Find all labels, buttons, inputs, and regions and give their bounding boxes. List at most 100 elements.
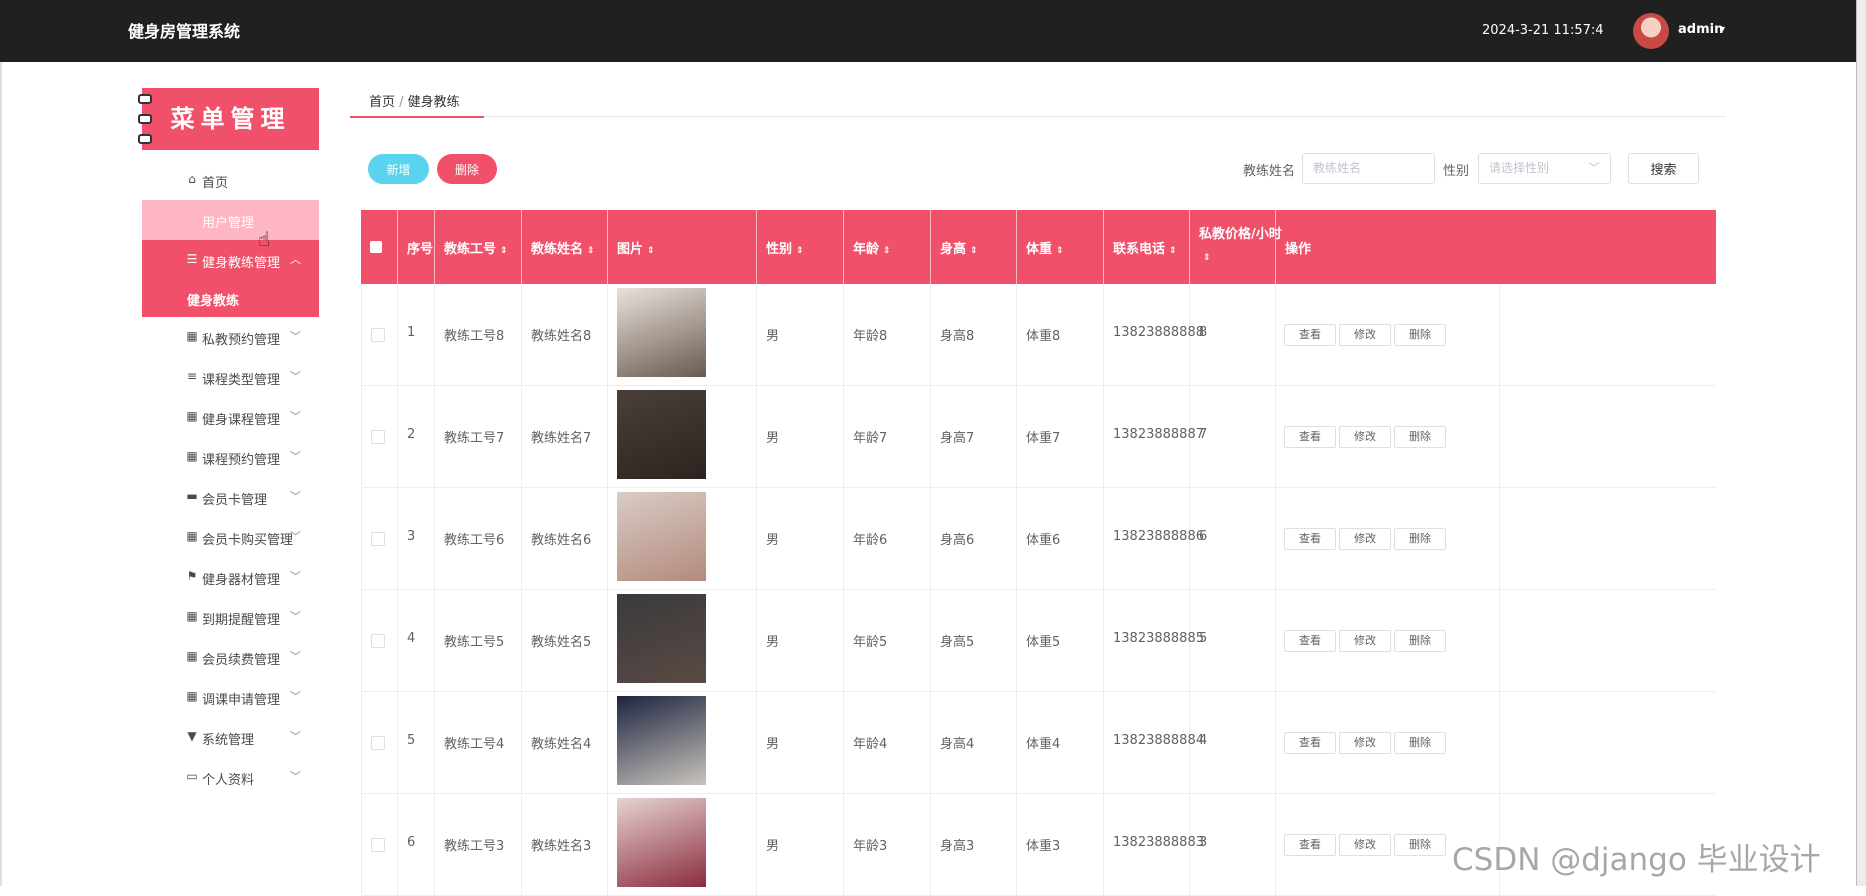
add-button[interactable]: 新增 bbox=[368, 154, 429, 184]
cell-gender: 男 bbox=[757, 386, 844, 487]
edit-button[interactable]: 修改 bbox=[1339, 732, 1391, 754]
coach-photo[interactable] bbox=[617, 798, 706, 887]
top-bar: 健身房管理系统 2024-3-21 11:57:4 admin ▾ bbox=[0, 0, 1856, 62]
caret-down-icon[interactable]: ▾ bbox=[1720, 24, 1725, 35]
row-checkbox[interactable] bbox=[371, 328, 385, 342]
cell-weight: 体重3 bbox=[1017, 794, 1104, 895]
cell-index: 5 bbox=[398, 692, 435, 793]
sidebar-item-coach-management[interactable]: ☰ 健身教练管理 ︿ bbox=[142, 240, 319, 280]
column-header[interactable]: 体重 ⇕ bbox=[1017, 210, 1104, 284]
breadcrumb-home[interactable]: 首页 bbox=[369, 95, 395, 110]
coach-photo[interactable] bbox=[617, 288, 706, 377]
edit-button[interactable]: 修改 bbox=[1339, 324, 1391, 346]
sort-icon[interactable]: ⇕ bbox=[587, 246, 595, 256]
view-button[interactable]: 查看 bbox=[1284, 426, 1336, 448]
column-header[interactable]: 年龄 ⇕ bbox=[844, 210, 931, 284]
sidebar-item[interactable]: ▬ 会员卡管理 ﹀ bbox=[142, 477, 319, 517]
row-checkbox[interactable] bbox=[371, 634, 385, 648]
column-header[interactable]: 教练姓名 ⇕ bbox=[522, 210, 608, 284]
gender-select[interactable]: 请选择性别 ﹀ bbox=[1478, 153, 1611, 184]
table-header: 序号 教练工号 ⇕ 教练姓名 ⇕ 图片 ⇕ 性别 ⇕ 年龄 ⇕ 身高 ⇕ 体重 ⇕ 联系电话 ⇕ 私教价格/小时 ⇕… bbox=[361, 210, 1716, 284]
sidebar-item[interactable]: ▦ 健身课程管理 ﹀ bbox=[142, 397, 319, 437]
sidebar-item[interactable]: ▦ 会员卡购买管理 ﹀ bbox=[142, 517, 319, 557]
cell-phone: 13823888887 bbox=[1104, 386, 1204, 487]
row-checkbox[interactable] bbox=[371, 736, 385, 750]
delete-button[interactable]: 删除 bbox=[1394, 426, 1446, 448]
avatar[interactable] bbox=[1633, 13, 1669, 49]
column-header[interactable]: 私教价格/小时 ⇕ bbox=[1190, 210, 1282, 284]
breadcrumb-current: 健身教练 bbox=[407, 95, 460, 110]
sort-icon[interactable]: ⇕ bbox=[647, 246, 655, 256]
cell-gender: 男 bbox=[757, 692, 844, 793]
edit-button[interactable]: 修改 bbox=[1339, 834, 1391, 856]
cell-age: 年龄7 bbox=[844, 386, 931, 487]
sidebar-item[interactable]: ⚑ 健身器材管理 ﹀ bbox=[142, 557, 319, 597]
window-scrollbar[interactable] bbox=[1856, 0, 1866, 886]
coach-photo[interactable] bbox=[617, 492, 706, 581]
view-button[interactable]: 查看 bbox=[1284, 630, 1336, 652]
gender-label: 性别 bbox=[1443, 164, 1470, 179]
delete-button[interactable]: 删除 bbox=[1394, 528, 1446, 550]
coach-photo[interactable] bbox=[617, 390, 706, 479]
sidebar-item[interactable]: ▦ 私教预约管理 ﹀ bbox=[142, 317, 319, 357]
table-row: 3 教练工号6 教练姓名6 男年龄6 身高6 体重6 13823888886 6 查看 修改 删除 bbox=[361, 488, 1716, 590]
sort-icon[interactable]: ⇕ bbox=[883, 246, 891, 256]
sidebar-subitem-coach[interactable]: 健身教练 bbox=[142, 280, 319, 317]
sidebar-item[interactable]: ▼ 系统管理 ﹀ bbox=[142, 717, 319, 757]
home-icon: ⌂ bbox=[188, 172, 196, 186]
delete-button[interactable]: 删除 bbox=[1394, 732, 1446, 754]
menu-icon: ⚑ bbox=[186, 569, 198, 583]
delete-button[interactable]: 删除 bbox=[1394, 324, 1446, 346]
column-header[interactable]: 图片 ⇕ bbox=[608, 210, 757, 284]
sidebar-item[interactable]: ▦ 到期提醒管理 ﹀ bbox=[142, 597, 319, 637]
view-button[interactable]: 查看 bbox=[1284, 528, 1336, 550]
select-all-checkbox[interactable] bbox=[370, 241, 382, 253]
username-dropdown[interactable]: admin bbox=[1678, 22, 1723, 37]
sidebar-item-user-management[interactable]: 用户管理 bbox=[142, 200, 319, 240]
actions-cell: 查看 修改 删除 bbox=[1276, 590, 1500, 691]
table-row: 5 教练工号4 教练姓名4 男年龄4 身高4 体重4 13823888884 4 查看 修改 删除 bbox=[361, 692, 1716, 794]
search-button[interactable]: 搜索 bbox=[1628, 153, 1699, 184]
left-border bbox=[0, 62, 2, 886]
sort-icon[interactable]: ⇕ bbox=[1203, 253, 1211, 263]
view-button[interactable]: 查看 bbox=[1284, 732, 1336, 754]
column-header[interactable]: 性别 ⇕ bbox=[757, 210, 844, 284]
sort-icon[interactable]: ⇕ bbox=[500, 246, 508, 256]
edit-button[interactable]: 修改 bbox=[1339, 528, 1391, 550]
sidebar-item[interactable]: ▦ 课程预约管理 ﹀ bbox=[142, 437, 319, 477]
delete-button[interactable]: 删除 bbox=[1394, 630, 1446, 652]
view-button[interactable]: 查看 bbox=[1284, 834, 1336, 856]
sidebar-item[interactable]: ≡ 课程类型管理 ﹀ bbox=[142, 357, 319, 397]
batch-delete-button[interactable]: 删除 bbox=[437, 154, 497, 184]
column-header[interactable]: 教练工号 ⇕ bbox=[435, 210, 522, 284]
coach-photo[interactable] bbox=[617, 696, 706, 785]
sort-icon[interactable]: ⇕ bbox=[970, 246, 978, 256]
coach-name-input[interactable]: 教练姓名 bbox=[1302, 153, 1435, 184]
table-row: 4 教练工号5 教练姓名5 男年龄5 身高5 体重5 13823888885 5 查看 修改 删除 bbox=[361, 590, 1716, 692]
sidebar-item[interactable]: ▦ 调课申请管理 ﹀ bbox=[142, 677, 319, 717]
sort-icon[interactable]: ⇕ bbox=[1169, 246, 1177, 256]
row-checkbox[interactable] bbox=[371, 532, 385, 546]
delete-button[interactable]: 删除 bbox=[1394, 834, 1446, 856]
cell-index: 1 bbox=[398, 284, 435, 385]
row-select-cell bbox=[361, 488, 398, 589]
row-checkbox[interactable] bbox=[371, 430, 385, 444]
sidebar-item[interactable]: ▭ 个人资料 ﹀ bbox=[142, 757, 319, 797]
coach-photo[interactable] bbox=[617, 594, 706, 683]
cell-height: 身高7 bbox=[931, 386, 1017, 487]
sort-icon[interactable]: ⇕ bbox=[1056, 246, 1064, 256]
row-select-cell bbox=[361, 794, 398, 895]
sort-icon[interactable]: ⇕ bbox=[796, 246, 804, 256]
edit-button[interactable]: 修改 bbox=[1339, 426, 1391, 448]
edit-button[interactable]: 修改 bbox=[1339, 630, 1391, 652]
column-header[interactable]: 身高 ⇕ bbox=[931, 210, 1017, 284]
sidebar-item-home[interactable]: ⌂ 首页 bbox=[142, 160, 319, 200]
chevron-down-icon: ﹀ bbox=[1587, 161, 1600, 175]
column-header[interactable]: 联系电话 ⇕ bbox=[1104, 210, 1190, 284]
menu-icon: ▦ bbox=[186, 409, 198, 423]
actions-cell: 查看 修改 删除 bbox=[1276, 284, 1500, 385]
sidebar-item[interactable]: ▦ 会员续费管理 ﹀ bbox=[142, 637, 319, 677]
cell-coach-no: 教练工号8 bbox=[435, 284, 522, 385]
view-button[interactable]: 查看 bbox=[1284, 324, 1336, 346]
row-checkbox[interactable] bbox=[371, 838, 385, 852]
